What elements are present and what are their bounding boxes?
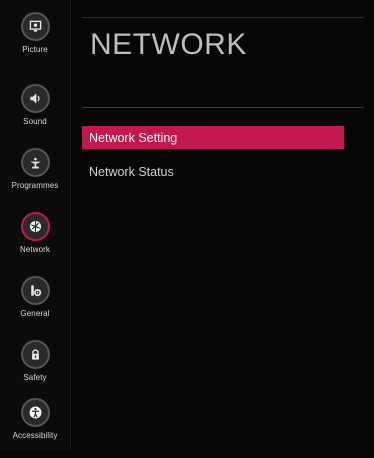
sidebar-item-general[interactable]: General	[0, 276, 70, 336]
network-panel: NETWORK Network Setting Network Status	[82, 0, 374, 450]
sidebar-item-programmes[interactable]: Programmes	[0, 148, 70, 208]
sidebar-item-label: Network	[19, 245, 51, 254]
sidebar-item-safety[interactable]: Safety	[0, 340, 70, 400]
divider	[82, 107, 364, 108]
sidebar-item-label: Picture	[22, 45, 48, 54]
accessibility-person-icon	[20, 398, 50, 427]
sidebar-item-label: General	[20, 309, 50, 318]
sidebar-item-picture[interactable]: Picture	[0, 12, 70, 72]
lock-icon	[20, 340, 50, 369]
sidebar-item-network[interactable]: Network	[0, 212, 70, 272]
sidebar-item-accessibility[interactable]: Accessibility	[0, 398, 70, 458]
settings-sidebar: Picture Sound Programmes Network General…	[0, 0, 71, 450]
picture-icon	[20, 12, 50, 41]
tools-gear-icon	[20, 276, 50, 305]
menu-item-network-setting[interactable]: Network Setting	[82, 126, 344, 149]
sidebar-item-label: Accessibility	[12, 431, 58, 440]
menu-item-network-status[interactable]: Network Status	[82, 160, 344, 183]
sidebar-item-label: Safety	[23, 373, 47, 382]
sidebar-item-label: Sound	[23, 117, 47, 126]
network-globe-icon	[20, 212, 50, 241]
sidebar-item-label: Programmes	[11, 181, 59, 190]
sidebar-item-sound[interactable]: Sound	[0, 84, 70, 144]
divider	[82, 17, 364, 18]
page-title: NETWORK	[90, 28, 247, 61]
sound-icon	[20, 84, 50, 113]
antenna-icon	[20, 148, 50, 177]
